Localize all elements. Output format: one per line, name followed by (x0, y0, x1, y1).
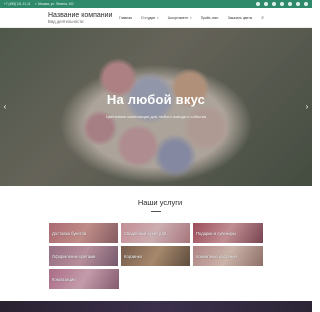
nav-label: О студии (140, 15, 156, 20)
company-name[interactable]: Название компании (48, 12, 112, 19)
nav-item-assortment[interactable]: Ассортимент ▾ (168, 16, 192, 20)
chevron-down-icon: ▾ (190, 15, 192, 20)
company-description: Вид деятельности (48, 18, 84, 24)
service-tile-wedding[interactable]: Свадебный букет для ... (121, 223, 190, 243)
slider-next-icon[interactable]: › (303, 102, 311, 112)
telegram-icon[interactable] (304, 2, 308, 6)
main-nav: Главная О студии ▾ Ассортимент ▾ Прайс-лис… (119, 15, 264, 21)
nav-label: Прайс-лист (200, 15, 219, 20)
contacts: +7 (495) 111-11-11 г. Москва, ул. Ленина… (4, 2, 74, 6)
chevron-down-icon: ▾ (157, 15, 159, 20)
hero-slider: На любой вкус Цветочные композиции для л… (0, 28, 312, 186)
nav-item-price[interactable]: Прайс-лист (201, 16, 219, 20)
phone-text[interactable]: +7 (495) 111-11-11 (4, 2, 30, 6)
service-label: Доставка букетов (52, 230, 87, 236)
instagram-icon[interactable] (280, 2, 284, 6)
service-label: Комнатные растения (196, 253, 237, 259)
service-label: Корзинки (124, 253, 142, 259)
nav-item-about[interactable]: О студии ▾ (141, 16, 159, 20)
service-tile-baskets[interactable]: Корзинки (121, 246, 190, 266)
service-label: Свадебный букет для ... (124, 230, 171, 236)
site-header: Название компании Вид деятельности Главн… (0, 8, 312, 28)
whatsapp-icon[interactable] (296, 2, 300, 6)
services-heading: Наши услуги (137, 198, 183, 207)
next-section-image (0, 301, 312, 312)
nav-item-home[interactable]: Главная (119, 16, 132, 20)
hero-subtitle: Цветочные композиции для любого повода и… (105, 114, 207, 119)
service-tile-plants[interactable]: Комнатные растения (193, 246, 263, 266)
hero-title: На любой вкус (106, 92, 206, 107)
service-tile-decoration[interactable]: Оформление цветами (49, 246, 118, 266)
nav-label: Заказать цветы (227, 15, 253, 20)
youtube-icon[interactable] (288, 2, 292, 6)
facebook-icon[interactable] (272, 2, 276, 6)
heading-divider (151, 211, 161, 212)
social-links (256, 2, 308, 6)
nav-label: Главная (119, 15, 132, 20)
service-label: Подарки и сувениры (196, 230, 236, 236)
service-label: Композиции (52, 276, 76, 282)
ok-icon[interactable] (264, 2, 268, 6)
hero-image (0, 28, 312, 186)
service-tile-gifts[interactable]: Подарки и сувениры (193, 223, 263, 243)
service-label: Оформление цветами (52, 253, 96, 259)
nav-item-order[interactable]: Заказать цветы (228, 16, 252, 20)
service-tile-compositions[interactable]: Композиции (49, 269, 119, 289)
nav-label: Ассортимент (167, 15, 189, 20)
service-tile-delivery[interactable]: Доставка букетов (49, 223, 118, 243)
vk-icon[interactable] (256, 2, 260, 6)
address-text: г. Москва, ул. Ленина, 101 (35, 2, 74, 6)
brand[interactable]: Название компании Вид деятельности (48, 12, 112, 24)
slider-prev-icon[interactable]: ‹ (1, 102, 9, 112)
search-icon[interactable]: ⌕ (261, 15, 264, 21)
top-info-bar: +7 (495) 111-11-11 г. Москва, ул. Ленина… (0, 0, 312, 8)
